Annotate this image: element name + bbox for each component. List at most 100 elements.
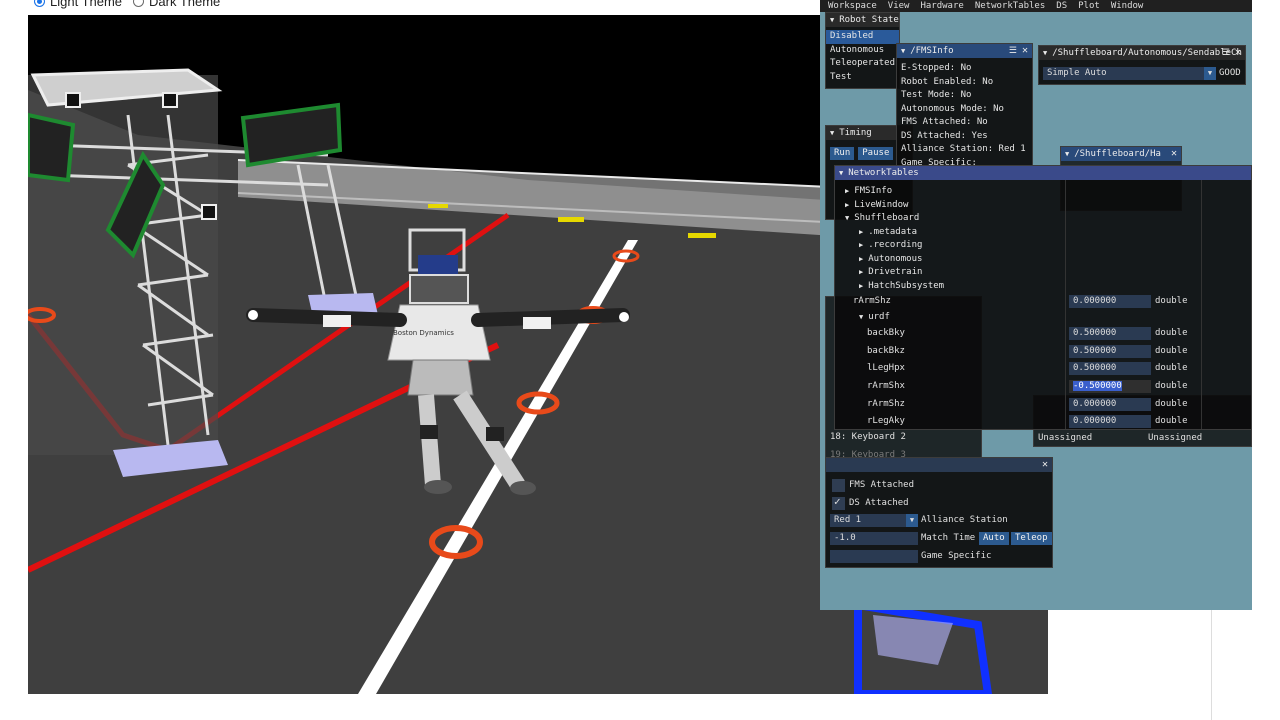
nt-node-livewindow[interactable]: ▶ LiveWindow bbox=[841, 199, 1061, 213]
menu-bar: Workspace View Hardware NetworkTables DS… bbox=[820, 0, 1252, 12]
alliance-station-value: Red 1 bbox=[834, 515, 862, 525]
collapse-triangle-icon[interactable]: ▼ bbox=[901, 44, 905, 58]
nt-entry-value[interactable]: 0.000000 bbox=[1069, 415, 1151, 428]
dark-theme-radio[interactable] bbox=[133, 0, 144, 7]
hamburger-menu-icon[interactable]: ☰ bbox=[1222, 46, 1230, 60]
nt-node-shuffleboard[interactable]: ▼ Shuffleboard bbox=[841, 212, 1061, 226]
nt-node-hatchsubsystem[interactable]: ▶ HatchSubsystem bbox=[841, 280, 1061, 294]
robot-sim-gui: Workspace View Hardware NetworkTables DS… bbox=[820, 0, 1252, 610]
nt-node-drivetrain[interactable]: ▶ Drivetrain bbox=[841, 266, 1061, 280]
light-theme-radio[interactable] bbox=[34, 0, 45, 7]
joystick-keyboard-2[interactable]: 18: Keyboard 2 bbox=[826, 431, 906, 445]
fms-panel-window: ✕ FMS Attached DS Attached Red 1 ▼ Allia… bbox=[825, 457, 1053, 568]
selected-text: -0.500000 bbox=[1073, 381, 1122, 391]
unassigned-left: Unassigned bbox=[1038, 433, 1093, 443]
collapse-triangle-icon[interactable]: ▼ bbox=[859, 311, 863, 325]
chooser-status: GOOD bbox=[1219, 68, 1241, 78]
expand-triangle-icon[interactable]: ▶ bbox=[859, 239, 863, 253]
game-specific-input[interactable] bbox=[830, 550, 918, 563]
expand-triangle-icon[interactable]: ▶ bbox=[859, 280, 863, 294]
nt-node-autonomous[interactable]: ▶ Autonomous bbox=[841, 253, 1061, 267]
nt-node-label: HatchSubsystem bbox=[868, 280, 945, 291]
robot-state-titlebar[interactable]: ▼ Robot State bbox=[826, 13, 899, 27]
menu-workspace[interactable]: Workspace bbox=[828, 0, 888, 12]
nt-node-label: LiveWindow bbox=[854, 199, 909, 210]
chevron-down-icon[interactable]: ▼ bbox=[906, 514, 918, 527]
nt-entry-name: backBkz bbox=[867, 346, 905, 356]
fms-attached-label: FMS Attached bbox=[849, 480, 915, 490]
teleop-button[interactable]: Teleop bbox=[1011, 532, 1052, 545]
menu-networktables[interactable]: NetworkTables bbox=[975, 0, 1056, 12]
expand-triangle-icon[interactable]: ▶ bbox=[845, 199, 849, 213]
nt-node-fmsinfo[interactable]: ▶ FMSInfo bbox=[841, 185, 1061, 199]
nt-entry-name: rLegAky bbox=[867, 416, 905, 426]
nt-node-metadata[interactable]: ▶ .metadata bbox=[841, 226, 1061, 240]
auto-chooser-dropdown[interactable]: Simple Auto ▼ bbox=[1043, 67, 1216, 80]
robot-state-title: Robot State bbox=[839, 15, 899, 25]
auto-button[interactable]: Auto bbox=[979, 532, 1009, 545]
fmsinfo-robot-enabled: Robot Enabled: No bbox=[901, 76, 994, 87]
theme-bar: Light Theme Dark Theme bbox=[0, 0, 820, 14]
fmsinfo-autonomous-mode: Autonomous Mode: No bbox=[901, 103, 1004, 114]
ds-attached-checkbox[interactable] bbox=[832, 495, 845, 510]
networktables-titlebar[interactable]: ▼ NetworkTables bbox=[835, 166, 1251, 180]
nt-node-recording[interactable]: ▶ .recording bbox=[841, 239, 1061, 253]
close-icon[interactable]: ✕ bbox=[1022, 44, 1028, 58]
collapse-triangle-icon[interactable]: ▼ bbox=[830, 13, 834, 27]
nt-entry-name: backBky bbox=[867, 328, 905, 338]
collapse-triangle-icon[interactable]: ▼ bbox=[830, 126, 834, 140]
expand-triangle-icon[interactable]: ▶ bbox=[845, 185, 849, 199]
alliance-station-dropdown[interactable]: Red 1 ▼ bbox=[830, 514, 918, 527]
nt-entry-type: double bbox=[1155, 381, 1188, 391]
menu-view[interactable]: View bbox=[888, 0, 921, 12]
fmsinfo-test-mode: Test Mode: No bbox=[901, 90, 972, 100]
collapse-triangle-icon[interactable]: ▼ bbox=[839, 166, 843, 180]
fms-attached-checkbox[interactable] bbox=[832, 479, 845, 492]
run-button[interactable]: Run bbox=[830, 147, 855, 160]
nt-node-urdf[interactable]: ▼ urdf bbox=[855, 311, 890, 325]
nt-node-label: urdf bbox=[868, 312, 890, 322]
unassigned-right: Unassigned bbox=[1148, 433, 1203, 443]
nt-entry-value-editing[interactable]: -0.500000 bbox=[1069, 380, 1151, 393]
fms-panel-titlebar[interactable]: ✕ bbox=[826, 458, 1052, 472]
mode-test[interactable]: Test bbox=[826, 71, 899, 85]
hamburger-menu-icon[interactable]: ☰ bbox=[1009, 44, 1017, 58]
nt-entry-value[interactable]: 0.000000 bbox=[1069, 398, 1151, 411]
column-divider bbox=[1065, 180, 1066, 429]
menu-ds[interactable]: DS bbox=[1056, 0, 1078, 12]
fmsinfo-estopped: E-Stopped: No bbox=[901, 63, 972, 73]
auto-chooser-value: Simple Auto bbox=[1047, 68, 1107, 78]
fmsinfo-window: ▼ /FMSInfo ☰ ✕ E-Stopped: No Robot Enable… bbox=[896, 43, 1033, 173]
expand-triangle-icon[interactable]: ▶ bbox=[859, 266, 863, 280]
mode-autonomous[interactable]: Autonomous bbox=[826, 44, 899, 58]
expand-triangle-icon[interactable]: ▶ bbox=[859, 226, 863, 240]
dark-theme-option[interactable]: Dark Theme bbox=[133, 0, 220, 9]
sendable-chooser-titlebar[interactable]: ▼ /Shuffleboard/Autonomous/SendableCh ☰ ✕ bbox=[1039, 46, 1245, 60]
match-time-input[interactable]: -1.0 bbox=[830, 532, 918, 545]
mode-teleoperated[interactable]: Teleoperated bbox=[826, 57, 899, 71]
pause-button[interactable]: Pause bbox=[858, 147, 894, 160]
menu-plot[interactable]: Plot bbox=[1078, 0, 1111, 12]
light-theme-option[interactable]: Light Theme bbox=[34, 0, 122, 9]
menu-hardware[interactable]: Hardware bbox=[920, 0, 974, 12]
chevron-down-icon[interactable]: ▼ bbox=[1204, 67, 1216, 80]
close-icon[interactable]: ✕ bbox=[1042, 458, 1048, 472]
mode-disabled[interactable]: Disabled bbox=[826, 30, 899, 44]
close-icon[interactable]: ✕ bbox=[1171, 147, 1177, 161]
nt-entry-value[interactable]: 0.500000 bbox=[1069, 327, 1151, 340]
menu-window[interactable]: Window bbox=[1111, 0, 1155, 12]
nt-entry-value[interactable]: 0.500000 bbox=[1069, 345, 1151, 358]
alliance-station-label: Alliance Station bbox=[921, 515, 1008, 525]
collapse-triangle-icon[interactable]: ▼ bbox=[845, 212, 849, 226]
collapse-triangle-icon[interactable]: ▼ bbox=[1043, 46, 1047, 60]
shuffleboard-hatch-titlebar[interactable]: ▼ /Shuffleboard/Ha ✕ bbox=[1061, 147, 1181, 161]
close-icon[interactable]: ✕ bbox=[1235, 46, 1241, 60]
nt-entry-value[interactable]: 0.500000 bbox=[1069, 362, 1151, 375]
fmsinfo-titlebar[interactable]: ▼ /FMSInfo ☰ ✕ bbox=[897, 44, 1032, 58]
collapse-triangle-icon[interactable]: ▼ bbox=[1065, 147, 1069, 161]
nt-entry-value[interactable]: 0.000000 bbox=[1069, 295, 1151, 308]
nt-node-label: FMSInfo bbox=[854, 186, 893, 196]
game-specific-label: Game Specific bbox=[921, 551, 992, 561]
fmsinfo-ds-attached: DS Attached: Yes bbox=[901, 130, 988, 141]
expand-triangle-icon[interactable]: ▶ bbox=[859, 253, 863, 267]
